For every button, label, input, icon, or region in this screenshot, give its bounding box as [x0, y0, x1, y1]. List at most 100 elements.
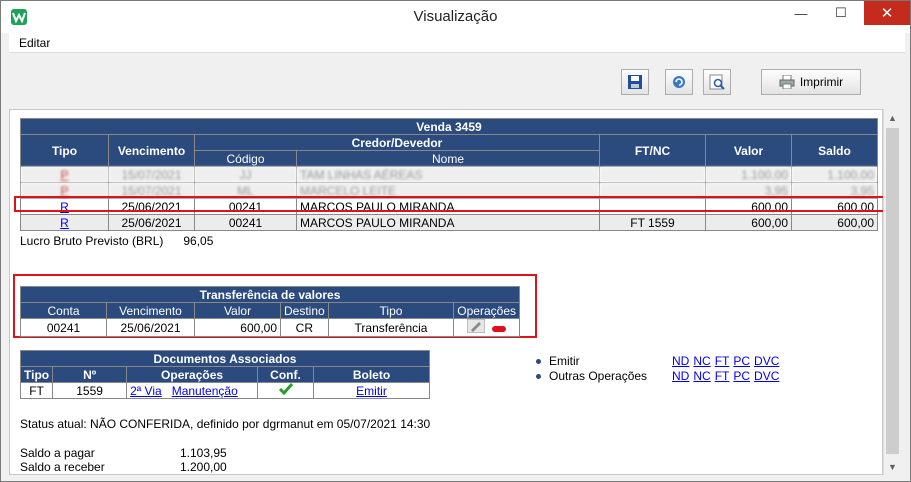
row-valor: 600,00 [194, 318, 281, 337]
row-vencimento: 25/06/2021 [108, 214, 195, 231]
status-text: Status atual: NÃO CONFERIDA, definido po… [20, 417, 431, 431]
row-tipo: FT [19, 382, 54, 399]
scroll-thumb[interactable] [886, 128, 899, 454]
col-numero: Nº [52, 366, 128, 383]
row-destino: CR [280, 318, 329, 337]
row-ftnc [599, 166, 706, 183]
col-tipo: Tipo [20, 134, 109, 167]
emitir-ft-link[interactable]: FT [715, 354, 730, 368]
saldo-receber-label: Saldo a receber [20, 460, 105, 474]
outras-operacoes-row: Outras Operações ND NC FT PC DVC [532, 369, 862, 384]
edit-button[interactable] [466, 318, 486, 336]
remove-icon [492, 325, 507, 332]
col-vencimento: Vencimento [108, 134, 195, 167]
col-operacoes: Operações [453, 302, 520, 319]
minimize-button[interactable]: — [784, 1, 818, 25]
outras-label: Outras Operações [549, 369, 648, 383]
table-row: P 15/07/2021 JJ TAM LINHAS AÉREAS 1.100,… [20, 166, 878, 183]
col-boleto: Boleto [313, 366, 430, 383]
menu-editar[interactable]: Editar [19, 36, 50, 50]
bullet-icon [536, 374, 541, 379]
transferencia-title: Transferência de valores [20, 286, 520, 303]
content-area: Venda 3459 Tipo Vencimento Credor/Devedo… [9, 109, 886, 475]
row-ftnc: FT 1559 [599, 214, 706, 231]
table-row: R 25/06/2021 00241 MARCOS PAULO MIRANDA … [20, 214, 878, 231]
emitir-nc-link[interactable]: NC [693, 354, 710, 368]
col-operacoes: Operações [126, 366, 258, 383]
row-nome: MARCOS PAULO MIRANDA [296, 214, 600, 231]
documentos-table: Documentos Associados Tipo Nº Operações … [19, 350, 430, 399]
emitir-nd-link[interactable]: ND [672, 354, 689, 368]
saldo-receber-value: 1.200,00 [180, 460, 227, 474]
col-valor: Valor [705, 134, 792, 167]
row-codigo: 00241 [194, 214, 297, 231]
toolbar: Imprimir [9, 53, 905, 108]
lucro-label: Lucro Bruto Previsto (BRL) [20, 234, 164, 248]
emitir-boleto-link[interactable]: Emitir [356, 384, 387, 398]
row-conf [257, 382, 314, 399]
lucro-bruto: Lucro Bruto Previsto (BRL) 96,05 [20, 234, 213, 248]
menu-bar: Editar [9, 33, 905, 53]
documentos-title: Documentos Associados [20, 350, 430, 367]
saldo-pagar-label: Saldo a pagar [20, 446, 95, 460]
save-icon [628, 75, 642, 89]
saldo-pagar-value: 1.103,95 [180, 446, 227, 460]
refresh-button[interactable] [665, 69, 693, 95]
scroll-down-icon[interactable]: ▼ [884, 458, 901, 475]
printer-icon [779, 75, 795, 89]
maximize-button[interactable]: ☐ [824, 1, 858, 25]
close-button[interactable]: ✕ [864, 1, 910, 25]
col-ftnc: FT/NC [599, 134, 706, 167]
row-conta: 00241 [20, 318, 107, 337]
window: Visualização — ☐ ✕ Editar Imprimir Venda… [0, 0, 911, 482]
title-bar: Visualização — ☐ ✕ [1, 1, 910, 33]
segunda-via-link[interactable]: 2ª Via [130, 384, 162, 398]
magnifier-icon [709, 74, 725, 90]
row-nome: TAM LINHAS AÉREAS [296, 166, 600, 183]
manutencao-link[interactable]: Manutenção [172, 384, 238, 398]
emitir-pc-link[interactable]: PC [733, 354, 750, 368]
checkmark-icon [278, 383, 293, 396]
save-button[interactable] [621, 69, 649, 95]
lucro-value: 96,05 [183, 234, 214, 248]
row-tipo-link[interactable]: P [60, 168, 68, 182]
venda-title: Venda 3459 [20, 118, 878, 135]
col-saldo: Saldo [791, 134, 878, 167]
outras-pc-link[interactable]: PC [733, 369, 750, 383]
venda-table: Venda 3459 Tipo Vencimento Credor/Devedo… [20, 118, 878, 231]
row-numero: 1559 [52, 382, 128, 399]
row-tipo-link[interactable]: R [60, 216, 69, 230]
emitir-panel: Emitir ND NC FT PC DVC Outras Operações … [532, 354, 862, 384]
emitir-dvc-link[interactable]: DVC [754, 354, 779, 368]
pencil-icon [466, 318, 486, 334]
col-codigo: Código [194, 150, 297, 167]
scroll-up-icon[interactable]: ▲ [884, 109, 901, 126]
row-tipo: Transferência [327, 318, 455, 337]
print-button[interactable]: Imprimir [761, 69, 861, 95]
window-title: Visualização [413, 8, 498, 25]
col-valor: Valor [194, 302, 281, 319]
col-tipo: Tipo [327, 302, 455, 319]
row-vencimento: 15/07/2021 [108, 166, 195, 183]
highlight-box-row [14, 196, 886, 212]
outras-nc-link[interactable]: NC [693, 369, 710, 383]
bullet-icon [536, 359, 541, 364]
row-valor: 1.100,00 [705, 166, 792, 183]
outras-ft-link[interactable]: FT [715, 369, 730, 383]
preview-button[interactable] [703, 69, 731, 95]
row-vencimento: 25/06/2021 [106, 318, 195, 337]
emitir-row: Emitir ND NC FT PC DVC [532, 354, 862, 369]
row-saldo: 600,00 [791, 214, 878, 231]
delete-button[interactable] [492, 321, 507, 335]
vertical-scrollbar[interactable]: ▲ ▼ [883, 109, 901, 475]
outras-nd-link[interactable]: ND [672, 369, 689, 383]
outras-dvc-link[interactable]: DVC [754, 369, 779, 383]
transferencia-table: Transferência de valores Conta Venciment… [20, 286, 520, 337]
col-nome: Nome [296, 150, 600, 167]
print-label: Imprimir [799, 75, 844, 89]
row-operacoes [453, 318, 520, 337]
table-row: FT 1559 2ª Via Manutenção Emitir [19, 382, 430, 399]
refresh-icon [673, 76, 685, 88]
saldos: Saldo a pagar 1.103,95 Saldo a receber 1.2… [20, 446, 227, 474]
col-vencimento: Vencimento [106, 302, 195, 319]
